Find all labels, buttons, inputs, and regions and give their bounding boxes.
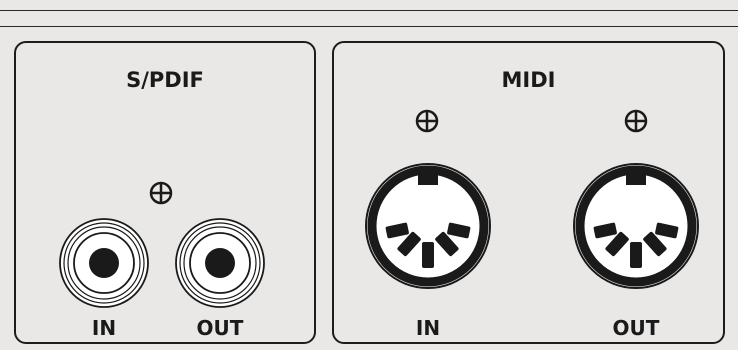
spdif-in-jack[interactable] [58,217,150,309]
spdif-ground-icon [149,181,173,205]
spdif-out-jack[interactable] [174,217,266,309]
midi-in-ground-icon [415,109,439,133]
midi-in-label: IN [415,316,441,340]
midi-out-label: OUT [612,316,660,340]
midi-out-ground-icon [624,109,648,133]
midi-in-connector[interactable] [362,160,494,292]
spdif-out-label: OUT [196,316,244,340]
spdif-in-label: IN [91,316,117,340]
second-rule [0,26,738,27]
spdif-title: S/PDIF [126,68,204,92]
midi-out-connector[interactable] [570,160,702,292]
midi-title: MIDI [501,68,556,92]
top-rule [0,10,738,11]
